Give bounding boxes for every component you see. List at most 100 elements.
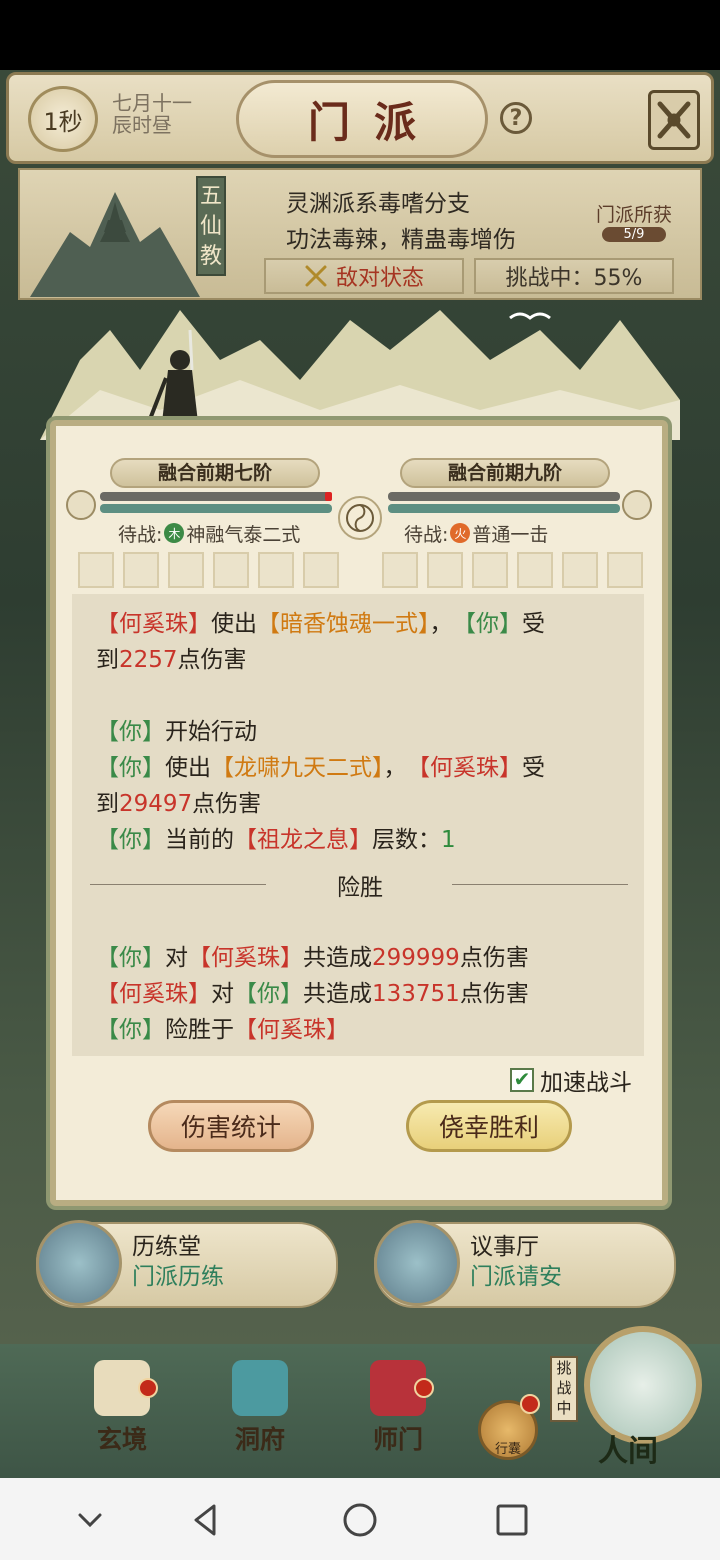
damage-value: 29497 bbox=[119, 791, 193, 817]
challenge-tag: 挑战中 bbox=[550, 1356, 578, 1422]
log-text: 使出 bbox=[165, 755, 211, 781]
temple-icon bbox=[36, 1220, 122, 1306]
nav-label: 玄境 bbox=[96, 1425, 147, 1454]
log-text: ， bbox=[383, 755, 407, 781]
log-text: 受 bbox=[522, 611, 545, 637]
page-title: 门派 bbox=[307, 97, 440, 147]
damage-stats-button[interactable]: 伤害统计 bbox=[148, 1100, 314, 1152]
buff-slot bbox=[258, 552, 294, 588]
player-name: 【你】 bbox=[464, 611, 523, 637]
speed-up-label: 加速战斗 bbox=[540, 1070, 632, 1096]
log-line: 到2257点伤害 bbox=[96, 642, 247, 678]
pending-label: 待战: bbox=[404, 523, 449, 546]
divider-right bbox=[452, 884, 628, 885]
nav-dongfu[interactable]: 洞府 bbox=[210, 1360, 310, 1460]
close-icon bbox=[657, 101, 691, 139]
battle-log[interactable]: 【何奚珠】使出【暗香蚀魂一式】， 【你】受 到2257点伤害 【你】开始行动 【你… bbox=[72, 594, 644, 1056]
player-portrait-icon bbox=[66, 490, 96, 520]
log-line: 【你】对【何奚珠】共造成299999点伤害 bbox=[96, 940, 529, 976]
challenge-progress: 挑战中：55% bbox=[474, 258, 674, 294]
notification-dot bbox=[138, 1378, 158, 1398]
enemy-mp-fill bbox=[388, 504, 620, 513]
help-button[interactable]: ? bbox=[500, 102, 532, 134]
pagoda-illustration bbox=[30, 192, 200, 297]
player-name: 【你】 bbox=[96, 755, 165, 781]
player-buff-slots bbox=[78, 552, 339, 588]
buff-slot bbox=[123, 552, 159, 588]
game-date: 七月十一 辰时昼 bbox=[112, 92, 222, 136]
nav-shimen[interactable]: 师门 bbox=[348, 1360, 448, 1460]
bag-label: 行囊 bbox=[494, 1442, 521, 1457]
nav-label: 洞府 bbox=[234, 1425, 285, 1454]
checkbox-checked-icon[interactable]: ✔ bbox=[510, 1068, 534, 1092]
chevron-down-icon[interactable] bbox=[70, 1500, 110, 1540]
buff-name: 【祖龙之息】 bbox=[234, 827, 372, 853]
stack-count: 1 bbox=[441, 827, 456, 853]
player-name: 【你】 bbox=[96, 827, 165, 853]
enemy-hp-bar bbox=[388, 492, 620, 516]
buff-slot bbox=[303, 552, 339, 588]
log-text: 开始行动 bbox=[165, 719, 257, 745]
nav-renjian-label[interactable]: 人间 bbox=[580, 1426, 676, 1470]
log-text: 点伤害 bbox=[459, 945, 529, 971]
player-pending-skill: 待战: 木 神融气泰二式 bbox=[118, 520, 300, 546]
enemy-rank: 融合前期九阶 bbox=[400, 458, 610, 488]
damage-value: 2257 bbox=[119, 647, 178, 673]
log-line: 【你】当前的【祖龙之息】层数：1 bbox=[96, 822, 456, 858]
player-name: 【你】 bbox=[96, 1017, 165, 1043]
log-text: 受 bbox=[522, 755, 545, 781]
log-text: 层数： bbox=[372, 827, 441, 853]
taiji-emblem-icon bbox=[338, 496, 382, 540]
buff-slot bbox=[78, 552, 114, 588]
skill-name: 【暗香蚀魂一式】 bbox=[257, 611, 430, 637]
log-text: 当前的 bbox=[165, 827, 234, 853]
buff-slot bbox=[562, 552, 598, 588]
sect-description: 灵渊派系毒嗜分支 功法毒辣，精蛊毒增伤 bbox=[286, 186, 586, 258]
log-line: 【你】险胜于【何奚珠】 bbox=[96, 1012, 349, 1048]
buff-slot bbox=[427, 552, 463, 588]
enemy-name: 【何奚珠】 bbox=[96, 611, 211, 637]
log-line: 【你】开始行动 bbox=[96, 714, 257, 750]
sect-loot[interactable]: 门派所获 5/9 bbox=[588, 200, 680, 242]
close-button[interactable] bbox=[648, 90, 700, 150]
sect-badge: 五仙教 bbox=[196, 176, 226, 276]
enemy-portrait-icon bbox=[622, 490, 652, 520]
date-line2: 辰时昼 bbox=[112, 113, 172, 137]
pending-skill-name: 普通一击 bbox=[472, 523, 549, 546]
back-icon[interactable] bbox=[186, 1500, 226, 1540]
pavilion-icon bbox=[232, 1360, 288, 1416]
hall-subtitle: 门派请安 bbox=[470, 1264, 562, 1290]
buff-slot bbox=[382, 552, 418, 588]
crossed-swords-icon bbox=[305, 265, 327, 287]
enemy-buff-slots bbox=[382, 552, 643, 588]
sect-desc-line1: 灵渊派系毒嗜分支 bbox=[286, 191, 470, 217]
log-text: ， bbox=[429, 611, 453, 637]
date-line1: 七月十一 bbox=[112, 91, 192, 115]
player-name: 【你】 bbox=[96, 719, 165, 745]
player-hp-fill bbox=[100, 492, 332, 501]
log-line: 【你】使出【龙啸九天二式】， 【何奚珠】受 bbox=[96, 750, 545, 786]
title-plaque: 门派 bbox=[236, 80, 488, 158]
player-name: 【你】 bbox=[234, 981, 303, 1007]
log-line: 到29497点伤害 bbox=[96, 786, 261, 822]
player-rank: 融合前期七阶 bbox=[110, 458, 320, 488]
log-text: 使出 bbox=[211, 611, 257, 637]
victory-button[interactable]: 侥幸胜利 bbox=[406, 1100, 572, 1152]
pending-label: 待战: bbox=[118, 523, 163, 546]
recents-icon[interactable] bbox=[492, 1500, 532, 1540]
speed-up-toggle[interactable]: ✔ 加速战斗 bbox=[510, 1064, 632, 1096]
nav-xuanjing[interactable]: 玄境 bbox=[72, 1360, 172, 1460]
hostile-status-button[interactable]: 敌对状态 bbox=[264, 258, 464, 294]
hostile-status-label: 敌对状态 bbox=[335, 266, 424, 291]
buff-slot bbox=[517, 552, 553, 588]
log-text: 到 bbox=[96, 791, 119, 817]
log-text: 点伤害 bbox=[192, 791, 262, 817]
spiral-icon bbox=[346, 504, 374, 532]
buff-slot bbox=[213, 552, 249, 588]
home-icon[interactable] bbox=[340, 1500, 380, 1540]
hall-card-council-text: 议事厅 门派请安 bbox=[470, 1232, 562, 1292]
log-text: 到 bbox=[96, 647, 119, 673]
loot-label: 门派所获 bbox=[595, 204, 672, 226]
enemy-name: 【何奚珠】 bbox=[234, 1017, 349, 1043]
fire-element-icon: 火 bbox=[450, 523, 471, 543]
